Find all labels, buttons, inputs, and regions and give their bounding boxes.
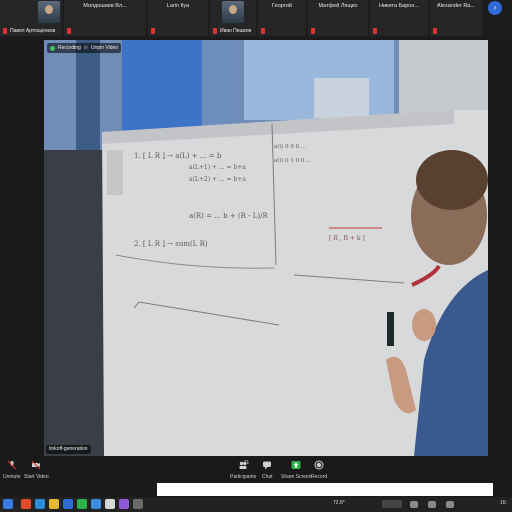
main-video: 1. [ L R ] → a(L) + ... = b a(L+1) + ...… <box>44 40 488 456</box>
speaker-name: tinkoff-generation <box>46 445 91 454</box>
participant-name: Larin Ilya <box>166 3 190 9</box>
board-text: a(L+1) + ... = b+a <box>189 164 246 171</box>
record-label: Record <box>311 474 328 480</box>
board-text: 2. [ L R ] → sum(L R) <box>134 240 208 248</box>
share-screen-icon <box>291 461 301 469</box>
unpin-video-button[interactable]: Unpin Video <box>91 45 118 51</box>
participant-name: Иван Пешков <box>220 28 252 34</box>
participant-strip: Павел Артющенков Молдошиев Вл... Larin I… <box>0 0 512 38</box>
participants-label: Participants <box>230 474 257 480</box>
participant-name: Молдошиев Вл... <box>83 3 127 9</box>
camera-off-icon <box>31 460 41 470</box>
notepad-icon[interactable] <box>105 499 115 509</box>
participant-name: Матфей Лящко <box>318 3 358 9</box>
volume-icon[interactable] <box>428 501 436 508</box>
language-icon[interactable] <box>446 501 454 508</box>
board-text: a(i) 0 1 0 0 ... <box>274 158 312 164</box>
participant-name: Павел Артющенков <box>10 28 56 34</box>
board-text: 1. [ L R ] → a(L) + ... = b <box>134 152 222 160</box>
participant-tile[interactable]: Никита Барон... <box>370 0 428 36</box>
participant-tile[interactable]: Павел Артющенков <box>0 0 62 36</box>
os-taskbar: 72.8° 16: <box>0 497 512 512</box>
mic-off-icon <box>373 28 377 34</box>
unmute-label: Unmute <box>3 474 21 480</box>
record-icon <box>314 460 324 470</box>
meeting-toolbar: Unmute Start Video 11 Participants Chat … <box>0 457 512 484</box>
participant-tile[interactable]: Alexander Ra... <box>430 0 482 36</box>
mic-off-icon <box>151 28 155 34</box>
participant-tile[interactable]: Larin Ilya <box>148 0 208 36</box>
participant-name: Георгий <box>272 3 292 9</box>
start-video-label: Start Video <box>24 474 49 480</box>
participants-count: 11 <box>244 460 250 466</box>
start-video-button[interactable]: Start Video <box>24 460 49 480</box>
mic-off-icon <box>67 28 71 34</box>
clock[interactable]: 16: <box>500 500 507 506</box>
participant-tile[interactable]: Молдошиев Вл... <box>64 0 146 36</box>
unmute-button[interactable]: Unmute <box>3 460 21 480</box>
chat-button[interactable]: Chat <box>262 460 273 480</box>
share-screen-label: Share Screen <box>281 474 312 480</box>
board-text: a(R) = ... b + (R - L)/R <box>189 212 268 220</box>
white-overlay-bar <box>157 483 493 496</box>
network-icon[interactable] <box>410 501 418 508</box>
participant-tile[interactable]: Георгий <box>258 0 306 36</box>
pin-icon: ⊞ <box>83 45 88 51</box>
app-icon[interactable] <box>133 499 143 509</box>
file-explorer-icon[interactable] <box>49 499 59 509</box>
app-icon[interactable] <box>63 499 73 509</box>
record-button[interactable]: Record <box>311 460 327 480</box>
participant-tile[interactable]: Матфей Лящко <box>308 0 368 36</box>
weather-temperature[interactable]: 72.8° <box>333 500 345 506</box>
chat-label: Chat <box>262 474 273 480</box>
chat-icon <box>263 461 272 470</box>
system-tray-icon[interactable] <box>382 500 402 508</box>
board-text: a(i) 0 0 0 ... <box>274 144 307 150</box>
video-frame <box>44 40 488 456</box>
chevron-right-icon[interactable]: › <box>488 1 502 15</box>
participant-tile[interactable]: Иван Пешков <box>210 0 256 36</box>
recording-dot-icon <box>50 45 55 51</box>
recording-indicator: Recording ⊞ Unpin Video <box>47 43 122 53</box>
recording-label: Recording <box>58 45 81 51</box>
participants-button[interactable]: 11 Participants <box>230 460 256 480</box>
participant-name: Alexander Ra... <box>437 3 475 9</box>
mic-off-icon <box>433 28 437 34</box>
mic-off-icon <box>213 28 217 34</box>
browser-icon[interactable] <box>35 499 45 509</box>
app-icon[interactable] <box>119 499 129 509</box>
mic-off-icon <box>261 28 265 34</box>
opera-icon[interactable] <box>21 499 31 509</box>
participant-video <box>222 1 244 23</box>
participant-name: Никита Барон... <box>379 3 419 9</box>
mic-off-icon <box>311 28 315 34</box>
participant-video <box>38 1 60 23</box>
spotify-icon[interactable] <box>77 499 87 509</box>
board-text: [ R , R + k ] <box>329 235 365 242</box>
start-menu-icon[interactable] <box>3 499 13 509</box>
board-text: a(L+2) + ... = b+a <box>189 176 246 183</box>
zoom-icon[interactable] <box>91 499 101 509</box>
mic-muted-icon <box>7 460 17 470</box>
share-screen-button[interactable]: Share Screen <box>281 460 312 480</box>
mic-off-icon <box>3 28 7 34</box>
